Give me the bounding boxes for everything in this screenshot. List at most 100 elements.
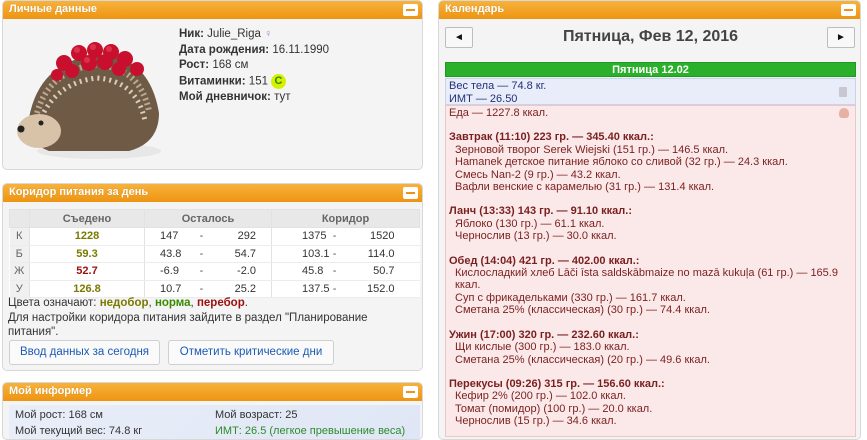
dash: - xyxy=(196,262,207,281)
nutrition-corridor-panel: Коридор питания за день Съедено Осталось… xyxy=(2,183,423,371)
document-icon[interactable] xyxy=(839,87,847,97)
left-min: 147 xyxy=(144,227,197,246)
informer-weight: Мой текущий вес: 74.8 кг xyxy=(15,425,143,437)
corridor-panel-title: Коридор питания за день xyxy=(9,186,149,198)
meal-item: Смесь Nan-2 (9 гр.) — 43.2 ккал. xyxy=(455,168,621,181)
eaten-value: 52.7 xyxy=(29,262,145,281)
meal-item: Томат (помидор) (100 гр.) — 20.0 ккал. xyxy=(455,402,653,415)
meal-title[interactable]: Завтрак (11:10) 223 гр. — 345.40 ккал.: xyxy=(449,131,852,143)
left-min: 43.8 xyxy=(144,245,197,263)
table-row: К 1228 147-292 1375-1520 xyxy=(9,227,420,246)
personal-info: Ник: Julie_Riga ♀ Дата рождения: 16.11.1… xyxy=(179,27,329,105)
left-max: 25.2 xyxy=(206,280,272,298)
meal-item: Сметана 25% (классическая) (20 гр.) — 49… xyxy=(455,353,710,366)
corridor-min: 103.1 xyxy=(271,245,330,263)
meal-item: Щи кислые (300 гр.) — 183.0 ккал. xyxy=(455,341,630,354)
corridor-max: 1520 xyxy=(339,227,420,246)
nick-label: Ник: xyxy=(179,28,204,40)
meals-list: Завтрак (11:10) 223 гр. — 345.40 ккал.: З… xyxy=(449,131,852,427)
calendar-panel-title: Календарь xyxy=(445,3,505,15)
vitamin-c-icon: C xyxy=(270,73,286,89)
personal-panel-title: Личные данные xyxy=(9,3,97,15)
meal-item: Hamanek детское питание яблоко со сливой… xyxy=(455,156,788,169)
thumbs-up-icon[interactable] xyxy=(839,108,849,118)
dash: - xyxy=(196,227,207,246)
corridor-min: 45.8 xyxy=(271,262,330,281)
diary-label: Мой дневничок: xyxy=(179,90,271,103)
personal-data-panel: Личные данные Ник: Julie_Riga ♀ Дата рож… xyxy=(2,0,423,170)
collapse-icon[interactable] xyxy=(841,4,856,16)
meal-item: Вафли венские с карамелью (31 гр.) — 131… xyxy=(455,181,715,194)
meal-item: Чернослив (15 гр.) — 34.6 ккал. xyxy=(455,415,617,428)
dash: - xyxy=(329,245,340,263)
legend-prefix: Цвета означают: xyxy=(8,297,97,309)
hedgehog-avatar xyxy=(17,42,161,159)
meal-title[interactable]: Перекусы (09:26) 315 гр. — 156.60 ккал.: xyxy=(449,378,852,390)
meal-item: Яблоко (130 гр.) — 61.1 ккал. xyxy=(455,217,605,230)
nick-value: Julie_Riga xyxy=(207,28,261,40)
weight-entry[interactable]: Вес тела — 74.8 кг. ИМТ — 26.50 xyxy=(445,78,856,105)
eaten-value: 126.8 xyxy=(29,280,145,298)
meal-title[interactable]: Ужин (17:00) 320 гр. — 232.60 ккал.: xyxy=(449,329,852,341)
table-header-eaten: Съедено xyxy=(29,209,145,228)
dash: - xyxy=(329,280,340,298)
height-label: Рост: xyxy=(179,59,210,71)
calendar-panel: Календарь ◄ Пятница, Фев 12, 2016 ► Пятн… xyxy=(438,0,861,440)
table-header-left: Осталось xyxy=(144,209,272,228)
informer-panel-header: Мой информер xyxy=(3,383,422,401)
informer-widget: Мой рост: 168 см Мой возраст: 25 Мой тек… xyxy=(9,405,420,439)
left-min: 10.7 xyxy=(144,280,197,298)
collapse-icon[interactable] xyxy=(403,4,418,16)
table-row: У 126.8 10.7-25.2 137.5-152.0 xyxy=(9,280,420,298)
vitamins-label: Витаминки: xyxy=(179,75,246,88)
calendar-date-title: Пятница, Фев 12, 2016 xyxy=(562,28,739,45)
meal-item: Кефир 2% (200 гр.) — 102.0 ккал. xyxy=(455,390,626,403)
food-total: Еда — 1227.8 ккал. xyxy=(449,107,549,119)
collapse-icon[interactable] xyxy=(403,187,418,199)
color-legend: Цвета означают: недобор, норма, перебор.… xyxy=(8,296,420,340)
meal-item: Зерновой творог Serek Wiejski (151 гр.) … xyxy=(455,143,729,156)
table-row: Ж 52.7 -6.9- -2.0 45.8-50.7 xyxy=(9,262,420,281)
collapse-icon[interactable] xyxy=(403,386,418,398)
mark-critical-days-button[interactable]: Отметить критические дни xyxy=(168,340,334,365)
calendar-panel-header: Календарь xyxy=(439,1,860,19)
eaten-value: 59.3 xyxy=(29,245,145,263)
legend-norm: норма xyxy=(154,297,191,309)
left-min: -6.9 xyxy=(144,262,197,281)
meal-title[interactable]: Ланч (13:33) 143 гр. — 91.10 ккал.: xyxy=(449,205,852,217)
row-label: Ж xyxy=(9,262,30,281)
day-bar[interactable]: Пятница 12.02 xyxy=(445,62,856,77)
meal-title[interactable]: Обед (14:04) 421 гр. — 402.00 ккал.: xyxy=(449,255,852,267)
legend-sep: , xyxy=(190,297,194,309)
row-label: У xyxy=(9,280,30,298)
enter-today-data-button[interactable]: Ввод данных за сегодня xyxy=(9,340,160,365)
legend-end: . xyxy=(244,297,248,309)
my-informer-panel: Мой информер Мой рост: 168 см Мой возрас… xyxy=(2,382,423,440)
food-entry[interactable]: Еда — 1227.8 ккал. Завтрак (11:10) 223 г… xyxy=(445,105,856,437)
meal-item: Чернослив (13 гр.) — 30.0 ккал. xyxy=(455,230,617,243)
corridor-panel-header: Коридор питания за день xyxy=(3,184,422,202)
settings-text: Для настройки коридора питания зайдите в… xyxy=(8,311,368,339)
legend-sep: , xyxy=(148,297,152,309)
diary-link[interactable]: тут xyxy=(274,91,290,103)
dash: - xyxy=(329,262,340,281)
birth-label: Дата рождения: xyxy=(179,43,270,56)
dash: - xyxy=(196,280,207,298)
corridor-min: 137.5 xyxy=(271,280,330,298)
left-max: -2.0 xyxy=(206,262,272,281)
table-row: Б 59.3 43.8-54.7 103.1-114.0 xyxy=(9,245,420,263)
informer-bmi: ИМТ: 26.5 (легкое превышение веса) xyxy=(215,425,406,437)
personal-panel-header: Личные данные xyxy=(3,1,422,19)
weight-line: Вес тела — 74.8 кг. xyxy=(449,80,547,92)
corridor-max: 152.0 xyxy=(339,280,420,298)
next-day-button[interactable]: ► xyxy=(827,27,855,48)
corridor-table: Съедено Осталось Коридор К 1228 147-292 137… xyxy=(9,209,420,298)
bmi-line: ИМТ — 26.50 xyxy=(449,92,518,105)
prev-day-button[interactable]: ◄ xyxy=(445,27,473,48)
meal-item: Сметана 25% (классическая) (30 гр.) — 74… xyxy=(455,304,710,317)
dash: - xyxy=(329,227,340,246)
corridor-max: 50.7 xyxy=(339,262,420,281)
left-max: 54.7 xyxy=(206,245,272,263)
legend-under: недобор xyxy=(99,297,149,309)
meal-item: Суп с фрикадельками (330 гр.) — 161.7 кк… xyxy=(455,291,686,304)
